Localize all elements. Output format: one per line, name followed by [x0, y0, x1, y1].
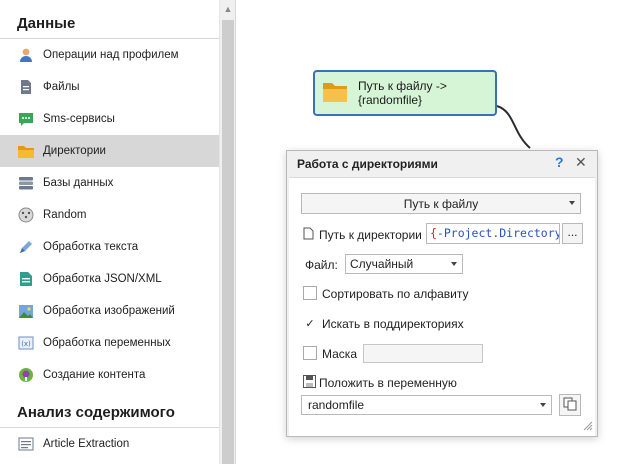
chevron-down-icon: [569, 201, 575, 205]
sidebar-item-files[interactable]: Файлы: [0, 71, 219, 103]
sort-checkbox[interactable]: [303, 286, 317, 300]
text-processing-icon: [17, 238, 35, 256]
sidebar-item-label: Базы данных: [43, 177, 114, 189]
dice-icon: [17, 206, 35, 224]
sidebar-item-label: Обработка JSON/XML: [43, 273, 162, 285]
json-xml-icon: [17, 270, 35, 288]
subdirs-label: Искать в поддиректориях: [322, 317, 464, 331]
folder-icon: [322, 81, 348, 106]
sidebar-item-databases[interactable]: Базы данных: [0, 167, 219, 199]
sidebar-item-label: Article Extraction: [43, 438, 130, 450]
sidebar-item-json-xml[interactable]: Обработка JSON/XML: [0, 263, 219, 295]
action-node[interactable]: Путь к файлу -> {randomfile}: [313, 70, 497, 116]
dialog-header[interactable]: Работа с директориями: [287, 151, 597, 176]
database-icon: [17, 174, 35, 192]
sidebar-item-label: Обработка текста: [43, 241, 139, 253]
sidebar-item-label: Sms-сервисы: [43, 113, 115, 125]
dir-path-variable: -Project.Directory: [436, 226, 560, 240]
sidebar-item-label: Операции над профилем: [43, 49, 179, 61]
sidebar-item-content-creation[interactable]: Создание контента: [0, 359, 219, 391]
subdirs-checkbox[interactable]: ✓: [303, 316, 317, 330]
actions-sidebar: Данные Операции над профилем Файлы Sms-с…: [0, 0, 236, 464]
sidebar-item-variable-processing[interactable]: (x) Обработка переменных: [0, 327, 219, 359]
sidebar-item-label: Файлы: [43, 81, 80, 93]
copy-variable-button[interactable]: [559, 394, 581, 416]
sidebar-item-random[interactable]: Random: [0, 199, 219, 231]
sidebar-item-image-processing[interactable]: Обработка изображений: [0, 295, 219, 327]
file-icon: [303, 227, 314, 243]
save-icon: [303, 375, 316, 391]
scroll-up-icon[interactable]: ▲: [220, 0, 235, 18]
sidebar-scrollbar[interactable]: ▲: [219, 0, 235, 464]
sidebar-item-label: Директории: [43, 145, 106, 157]
mask-checkbox[interactable]: [303, 346, 317, 360]
sidebar-item-profile-operations[interactable]: Операции над профилем: [0, 39, 219, 71]
section-title-data: Данные: [17, 15, 76, 32]
sidebar-item-label: Обработка изображений: [43, 305, 175, 317]
dialog-body: Путь к файлу Путь к директории {-Project…: [289, 177, 595, 436]
user-icon: [17, 46, 35, 64]
dir-path-brace: {: [430, 226, 437, 240]
sidebar-item-text-processing[interactable]: Обработка текста: [0, 231, 219, 263]
svg-text:(x): (x): [21, 340, 31, 348]
file-label: Файл:: [305, 258, 338, 272]
chevron-down-icon: [451, 262, 457, 266]
node-label: Путь к файлу -> {randomfile}: [358, 79, 447, 107]
sms-icon: [17, 110, 35, 128]
section-title-analysis: Анализ содержимого: [17, 404, 175, 421]
sidebar-item-label: Random: [43, 209, 87, 221]
sidebar-item-label: Обработка переменных: [43, 337, 171, 349]
image-icon: [17, 302, 35, 320]
content-creation-icon: [17, 366, 35, 384]
file-mode-select[interactable]: Случайный: [345, 254, 463, 274]
browse-button[interactable]: ...: [562, 223, 583, 244]
dir-path-label: Путь к директории: [319, 228, 422, 242]
folder-icon: [17, 142, 35, 160]
sidebar-item-article-extraction[interactable]: Article Extraction: [0, 428, 219, 460]
chevron-down-icon: [540, 403, 546, 407]
mode-select[interactable]: Путь к файлу: [301, 193, 581, 214]
resize-grip-icon[interactable]: [583, 420, 593, 434]
file-icon: [17, 78, 35, 96]
mode-select-value: Путь к файлу: [403, 196, 479, 211]
dir-path-input[interactable]: {-Project.Directory: [426, 223, 560, 244]
sidebar-item-label: Создание контента: [43, 369, 146, 381]
sidebar-item-directories[interactable]: Директории: [0, 135, 219, 167]
dialog-title: Работа с директориями: [297, 156, 438, 171]
save-to-variable-label: Положить в переменную: [319, 376, 457, 390]
scroll-thumb[interactable]: [222, 20, 234, 464]
mask-label: Маска: [322, 347, 357, 361]
variable-select[interactable]: randomfile: [301, 395, 552, 415]
sidebar-item-sms-services[interactable]: Sms-сервисы: [0, 103, 219, 135]
sort-label: Сортировать по алфавиту: [322, 287, 469, 301]
file-mode-value: Случайный: [350, 257, 414, 271]
article-icon: [17, 435, 35, 453]
variable-value: randomfile: [308, 398, 365, 412]
directories-dialog: Работа с директориями ? ✕ Путь к файлу П…: [286, 150, 598, 437]
check-icon: ✓: [305, 317, 315, 330]
variable-icon: (x): [17, 334, 35, 352]
close-icon[interactable]: ✕: [575, 154, 587, 171]
help-icon[interactable]: ?: [555, 154, 564, 170]
copy-icon: [563, 397, 577, 414]
mask-input[interactable]: [363, 344, 483, 363]
